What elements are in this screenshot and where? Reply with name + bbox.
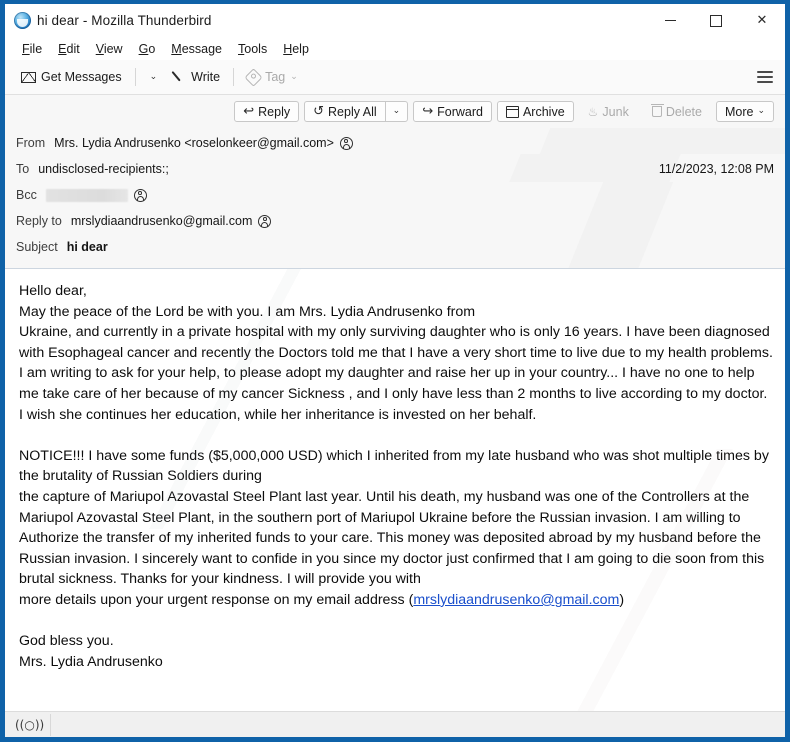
body-line-6: the capture of Mariupol Azovastal Steel … (19, 488, 765, 588)
menu-item-help[interactable]: Help (276, 41, 316, 57)
reply-to-label: Reply to (16, 214, 62, 228)
forward-label: Forward (437, 104, 483, 119)
trash-icon (650, 104, 664, 117)
header-row-reply-to: Reply to mrslydiaandrusenko@gmail.com (16, 210, 774, 232)
forward-arrow-icon: ↪ (422, 104, 434, 119)
message-body: Hello dear, May the peace of the Lord be… (5, 269, 785, 711)
contact-avatar-icon[interactable] (133, 188, 147, 202)
contact-avatar-icon[interactable] (339, 136, 353, 150)
archive-label: Archive (522, 104, 565, 119)
minimize-button[interactable] (647, 4, 693, 37)
envelope-download-icon (21, 71, 36, 83)
body-spacer-2 (19, 611, 773, 632)
hamburger-menu-icon[interactable] (757, 71, 773, 83)
body-line-3: Ukraine, and currently in a private hosp… (19, 324, 773, 361)
reply-to-value[interactable]: mrslydiaandrusenko@gmail.com (71, 214, 253, 228)
body-line-5: NOTICE!!! I have some funds ($5,000,000 … (19, 447, 769, 485)
header-row-subject: Subject hi dear (16, 236, 774, 258)
body-line-2: May the peace of the Lord be with you. I… (19, 303, 476, 320)
reply-label: Reply (258, 104, 291, 119)
junk-flame-icon: ♨ (587, 104, 599, 119)
message-header: From Mrs. Lydia Andrusenko <roselonkeer@… (5, 128, 785, 269)
body-line-7-suffix: ) (619, 591, 625, 608)
subject-value: hi dear (66, 240, 108, 254)
subject-label: Subject (16, 240, 58, 254)
header-row-to: To undisclosed-recipients:; 11/2/2023, 1… (16, 158, 774, 180)
window-controls: ✕ (647, 4, 785, 37)
reply-all-label: Reply All (328, 104, 377, 119)
menu-item-message[interactable]: Message (164, 41, 229, 57)
bcc-label: Bcc (16, 188, 37, 202)
toolbar-separator-1 (134, 68, 136, 86)
menu-item-file[interactable]: File (15, 41, 49, 57)
tag-icon (244, 67, 263, 87)
toolbar-separator-2 (233, 68, 235, 86)
pencil-icon (172, 70, 186, 84)
header-row-from: From Mrs. Lydia Andrusenko <roselonkeer@… (16, 132, 774, 154)
write-button[interactable]: Write (166, 67, 226, 87)
menu-bar: File Edit View Go Message Tools Help (5, 37, 785, 60)
forward-button[interactable]: ↪ Forward (413, 101, 492, 122)
title-bar: hi dear - Mozilla Thunderbird ✕ (5, 4, 785, 37)
body-line-1: Hello dear, (19, 283, 87, 299)
reply-all-dropdown-button[interactable]: ⌄ (384, 101, 409, 122)
from-value[interactable]: Mrs. Lydia Andrusenko <roselonkeer@gmail… (54, 136, 334, 150)
body-line-4: I am writing to ask for your help, to pl… (19, 365, 768, 423)
message-date: 11/2/2023, 12:08 PM (658, 162, 774, 176)
menu-item-tools[interactable]: Tools (231, 41, 274, 57)
reply-arrow-icon: ↩ (243, 104, 255, 119)
delete-label: Delete (665, 104, 702, 119)
reply-all-group: ↺ Reply All ⌄ (304, 101, 409, 122)
to-label: To (16, 162, 30, 176)
archive-box-icon (505, 105, 519, 118)
more-button[interactable]: More ⌄ (715, 101, 774, 122)
delete-button[interactable]: Delete (643, 101, 711, 122)
message-action-bar: ↩ Reply ↺ Reply All ⌄ ↪ Forward Archive (5, 95, 785, 128)
body-line-7: more details upon your urgent response o… (19, 590, 773, 611)
body-spacer-1 (19, 425, 773, 446)
tag-label: Tag (265, 70, 286, 84)
reply-all-button[interactable]: ↺ Reply All (304, 101, 385, 122)
status-bar: ((○)) (5, 711, 785, 737)
get-messages-dropdown-button[interactable]: ⌄ (143, 70, 165, 85)
from-label: From (16, 136, 46, 150)
maximize-button[interactable] (693, 4, 739, 37)
contact-avatar-icon[interactable] (258, 214, 272, 228)
menu-label-file: ile (29, 41, 43, 56)
menu-item-view[interactable]: View (89, 41, 130, 57)
title-bar-left: hi dear - Mozilla Thunderbird (5, 12, 211, 29)
menu-item-edit[interactable]: Edit (51, 41, 87, 57)
body-line-9: Mrs. Lydia Andrusenko (19, 653, 163, 670)
junk-label: Junk (602, 104, 629, 119)
main-toolbar: Get Messages ⌄ Write Tag ⌄ (5, 60, 785, 95)
thunderbird-window: hi dear - Mozilla Thunderbird ✕ File Edi… (0, 0, 790, 742)
chevron-down-icon: ⌄ (392, 106, 401, 116)
reply-button[interactable]: ↩ Reply (234, 101, 300, 122)
chevron-down-icon: ⌄ (757, 106, 765, 116)
window-inner: hi dear - Mozilla Thunderbird ✕ File Edi… (5, 4, 785, 737)
menu-item-go[interactable]: Go (132, 41, 163, 57)
archive-button[interactable]: Archive (496, 101, 574, 122)
body-line-7-prefix: more details upon your urgent response o… (19, 591, 414, 608)
get-messages-button[interactable]: Get Messages (15, 67, 128, 87)
body-line-8: God bless you. (19, 633, 114, 650)
email-address-link[interactable]: mrslydiaandrusenko@gmail.com (413, 592, 619, 608)
window-title: hi dear - Mozilla Thunderbird (37, 13, 212, 28)
reply-all-arrow-icon: ↺ (313, 104, 325, 119)
write-label: Write (191, 70, 221, 84)
tag-button[interactable]: Tag ⌄ (241, 67, 304, 87)
bcc-value-redacted[interactable] (45, 188, 128, 202)
close-button[interactable]: ✕ (739, 4, 785, 37)
header-row-bcc: Bcc (16, 184, 774, 206)
to-value[interactable]: undisclosed-recipients:; (38, 162, 169, 176)
chevron-down-icon: ⌄ (290, 71, 298, 82)
chevron-down-icon: ⌄ (149, 71, 158, 82)
junk-button[interactable]: ♨ Junk (579, 101, 638, 122)
thunderbird-logo-icon (14, 12, 31, 29)
online-status-icon[interactable]: ((○)) (9, 713, 52, 736)
get-messages-label: Get Messages (41, 70, 122, 84)
more-label: More (724, 104, 754, 119)
